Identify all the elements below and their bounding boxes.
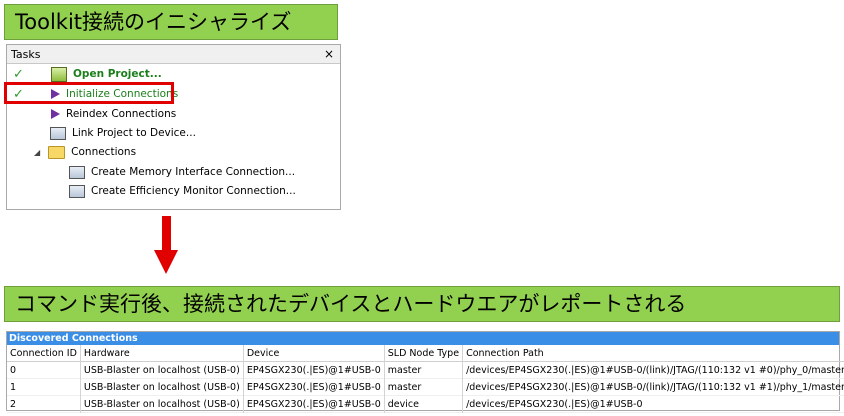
tasks-title: Tasks <box>11 47 41 61</box>
cell-path: /devices/EP4SGX230(.|ES)@1#USB-0/(link)/… <box>462 361 844 379</box>
window-icon <box>50 126 66 140</box>
connections-table: Connection ID Hardware Device SLD Node T… <box>7 345 844 413</box>
window-icon <box>69 184 85 198</box>
task-label: Create Memory Interface Connection... <box>91 166 296 178</box>
table-row[interactable]: 0 USB-Blaster on localhost (USB-0) EP4SG… <box>7 361 844 379</box>
task-label: Link Project to Device... <box>72 127 196 139</box>
column-header[interactable]: Connection ID <box>7 345 81 362</box>
collapse-triangle-icon[interactable]: ◢ <box>34 148 40 157</box>
open-project-icon <box>51 66 67 82</box>
task-create-memory-connection[interactable]: Create Memory Interface Connection... <box>7 163 337 181</box>
table-row[interactable]: 1 USB-Blaster on localhost (USB-0) EP4SG… <box>7 378 844 396</box>
cell-node-type: master <box>384 378 464 396</box>
folder-icon <box>48 145 66 159</box>
cell-id: 2 <box>7 395 81 413</box>
column-header[interactable]: Connection Path <box>462 345 844 362</box>
cell-hardware: USB-Blaster on localhost (USB-0) <box>80 395 244 413</box>
column-header[interactable]: Device <box>243 345 385 362</box>
task-label: Connections <box>71 146 137 158</box>
cell-path: /devices/EP4SGX230(.|ES)@1#USB-0/(link)/… <box>462 378 844 396</box>
cell-node-type: device <box>384 395 464 413</box>
task-label: Open Project... <box>73 68 162 80</box>
cell-node-type: master <box>384 361 464 379</box>
down-arrow-head-icon <box>154 250 178 274</box>
tasks-panel: Tasks × ✓ Open Project... ✓ Initialize C… <box>6 44 341 210</box>
result-banner: コマンド実行後、接続されたデバイスとハードウエアがレポートされる <box>4 286 840 322</box>
down-arrow-icon <box>162 216 171 251</box>
cell-device: EP4SGX230(.|ES)@1#USB-0 <box>243 395 385 413</box>
cell-id: 1 <box>7 378 81 396</box>
column-header[interactable]: SLD Node Type <box>384 345 464 362</box>
cell-id: 0 <box>7 361 81 379</box>
cell-device: EP4SGX230(.|ES)@1#USB-0 <box>243 378 385 396</box>
play-icon <box>51 109 60 119</box>
highlight-box <box>4 82 174 104</box>
window-icon <box>69 165 85 179</box>
task-open-project[interactable]: ✓ Open Project... <box>7 65 337 83</box>
task-label: Reindex Connections <box>66 108 177 120</box>
table-row[interactable]: 2 USB-Blaster on localhost (USB-0) EP4SG… <box>7 395 844 413</box>
check-icon: ✓ <box>13 66 24 82</box>
task-create-efficiency-connection[interactable]: Create Efficiency Monitor Connection... <box>7 182 337 200</box>
task-label: Create Efficiency Monitor Connection... <box>91 185 296 197</box>
title-banner: Toolkit接続のイニシャライズ <box>4 4 338 40</box>
cell-path: /devices/EP4SGX230(.|ES)@1#USB-0 <box>462 395 844 413</box>
tasks-header: Tasks × <box>7 45 340 64</box>
cell-hardware: USB-Blaster on localhost (USB-0) <box>80 378 244 396</box>
close-icon[interactable]: × <box>324 47 334 61</box>
discovered-connections-panel: Discovered Connections Connection ID Har… <box>6 331 844 413</box>
discovered-connections-title: Discovered Connections <box>7 332 839 345</box>
task-reindex-connections[interactable]: Reindex Connections <box>7 105 337 123</box>
task-connections-folder[interactable]: ◢ Connections <box>7 143 337 161</box>
cell-hardware: USB-Blaster on localhost (USB-0) <box>80 361 244 379</box>
task-link-project[interactable]: Link Project to Device... <box>7 124 337 142</box>
column-header[interactable]: Hardware <box>80 345 244 362</box>
cell-device: EP4SGX230(.|ES)@1#USB-0 <box>243 361 385 379</box>
